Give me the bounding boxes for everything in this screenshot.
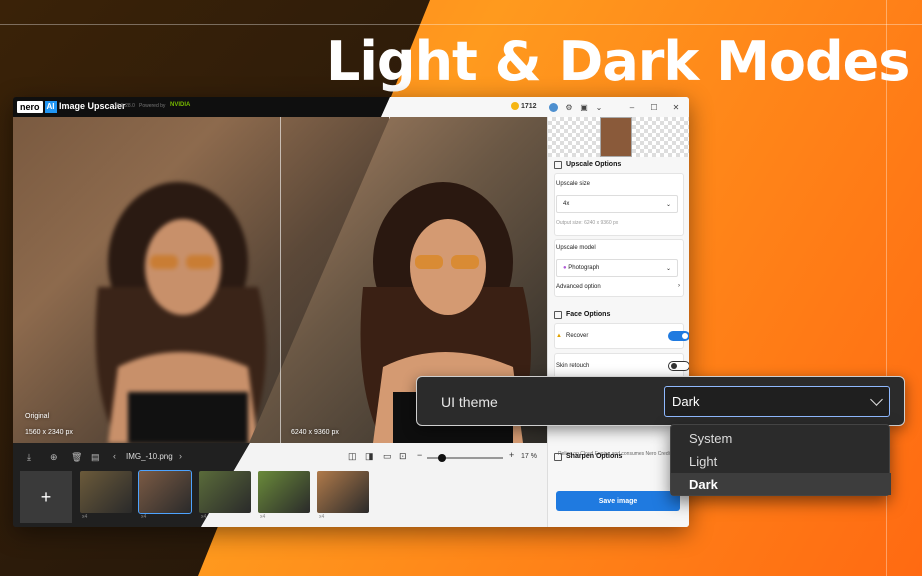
upscale-size-select[interactable]: 4x ⌄ bbox=[556, 195, 678, 213]
advanced-option[interactable]: Advanced option bbox=[556, 284, 601, 290]
thumbnail-scale: x4 bbox=[141, 514, 147, 520]
upscale-options-title: Upscale Options bbox=[566, 161, 622, 168]
thumbnail-scale: x4 bbox=[260, 514, 266, 520]
thumbnail[interactable] bbox=[80, 471, 132, 513]
face-options-title: Face Options bbox=[566, 311, 611, 318]
credits-badge[interactable]: 1712 bbox=[511, 102, 537, 110]
headline: Light & Dark Modes bbox=[326, 30, 910, 93]
add-icon[interactable]: ⊕ bbox=[50, 452, 58, 463]
sharpen-icon bbox=[554, 453, 562, 461]
zoom-value[interactable]: 17 % bbox=[521, 453, 537, 460]
thumbnail-scale: x4 bbox=[82, 514, 88, 520]
next-icon[interactable]: › bbox=[179, 451, 182, 461]
close-icon[interactable]: ✕ bbox=[671, 102, 681, 112]
thumbnail-scale: x4 bbox=[201, 514, 207, 520]
folder-icon[interactable]: ▤ bbox=[91, 452, 100, 463]
coin-icon bbox=[511, 102, 519, 110]
output-size: Output size: 6240 x 9360 px bbox=[556, 220, 619, 226]
split-view-icon[interactable]: ◫ bbox=[348, 451, 357, 462]
face-icon bbox=[554, 311, 562, 319]
thumbnail[interactable] bbox=[199, 471, 251, 513]
theme-option-light[interactable]: Light bbox=[671, 450, 891, 472]
chevron-down-icon: ⌄ bbox=[665, 265, 671, 272]
add-image-button[interactable]: + bbox=[20, 471, 72, 523]
zoom-out-icon[interactable]: − bbox=[417, 450, 422, 460]
maximize-icon[interactable]: ☐ bbox=[649, 102, 659, 112]
zoom-slider[interactable] bbox=[427, 454, 503, 462]
app-window: Original 1560 x 2340 px 6240 x 9360 px n… bbox=[13, 97, 689, 527]
chevron-down-icon bbox=[870, 392, 883, 406]
original-label: Original bbox=[25, 413, 50, 420]
single-view-icon[interactable]: ▭ bbox=[383, 451, 392, 462]
file-name: IMG_-10.png bbox=[126, 452, 173, 461]
save-image-button[interactable]: Save image bbox=[556, 491, 680, 511]
compare-divider[interactable] bbox=[280, 117, 281, 443]
skin-retouch-toggle[interactable] bbox=[668, 361, 689, 371]
fit-icon[interactable]: ⊡ bbox=[399, 451, 407, 462]
chevron-down-icon: ⌄ bbox=[665, 201, 671, 208]
account-icon[interactable] bbox=[548, 102, 558, 112]
warning-icon: ▲ bbox=[556, 333, 562, 339]
minimize-icon[interactable]: – bbox=[627, 102, 637, 112]
decor-line bbox=[0, 24, 922, 25]
upscale-icon bbox=[554, 161, 562, 169]
settings-icon[interactable]: ⚙ bbox=[564, 102, 574, 112]
prev-icon[interactable]: ‹ bbox=[113, 451, 116, 461]
recover-label: Recover bbox=[566, 333, 589, 339]
thumbnail[interactable] bbox=[258, 471, 310, 513]
chevron-right-icon[interactable]: › bbox=[678, 283, 680, 289]
nvidia-logo: NVIDIA bbox=[170, 102, 191, 108]
sharpen-options-title: Sharpen Options bbox=[566, 453, 623, 460]
chevron-down-icon[interactable]: ⌄ bbox=[594, 102, 604, 112]
ui-theme-row: UI theme Dark bbox=[416, 376, 905, 426]
options-panel: Upscale Options Upscale size 4x ⌄ Output … bbox=[547, 117, 689, 527]
ui-theme-dropdown: System Light Dark bbox=[670, 424, 891, 496]
delete-icon[interactable]: 🗑 bbox=[71, 452, 82, 463]
ui-theme-label: UI theme bbox=[441, 394, 498, 410]
zoom-in-icon[interactable]: + bbox=[509, 450, 514, 460]
theme-option-system[interactable]: System bbox=[671, 427, 891, 449]
side-by-side-icon[interactable]: ◨ bbox=[365, 451, 374, 462]
thumbnail-scale: x4 bbox=[319, 514, 325, 520]
theme-option-dark[interactable]: Dark bbox=[671, 473, 891, 495]
original-portrait bbox=[95, 182, 266, 443]
powered-by: Powered by bbox=[139, 103, 166, 109]
import-icon[interactable]: ⤓ bbox=[27, 452, 31, 463]
gift-icon[interactable]: ▣ bbox=[579, 102, 589, 112]
thumbnail[interactable] bbox=[138, 470, 192, 514]
original-size: 1560 x 2340 px bbox=[25, 429, 73, 436]
nero-logo: nero AI bbox=[17, 100, 57, 114]
upscale-model-label: Upscale model bbox=[556, 245, 596, 251]
ui-theme-select[interactable]: Dark bbox=[664, 386, 890, 417]
preview-thumbnail bbox=[548, 117, 689, 157]
upscale-size-label: Upscale size bbox=[556, 181, 591, 187]
skin-retouch-label: Skin retouch bbox=[556, 363, 590, 369]
recover-toggle[interactable] bbox=[668, 331, 689, 341]
result-size: 6240 x 9360 px bbox=[291, 429, 339, 436]
upscale-model-select[interactable]: ● Photograph ⌄ bbox=[556, 259, 678, 277]
app-version: 26.5.28.0 bbox=[114, 103, 135, 109]
thumbnail[interactable] bbox=[317, 471, 369, 513]
